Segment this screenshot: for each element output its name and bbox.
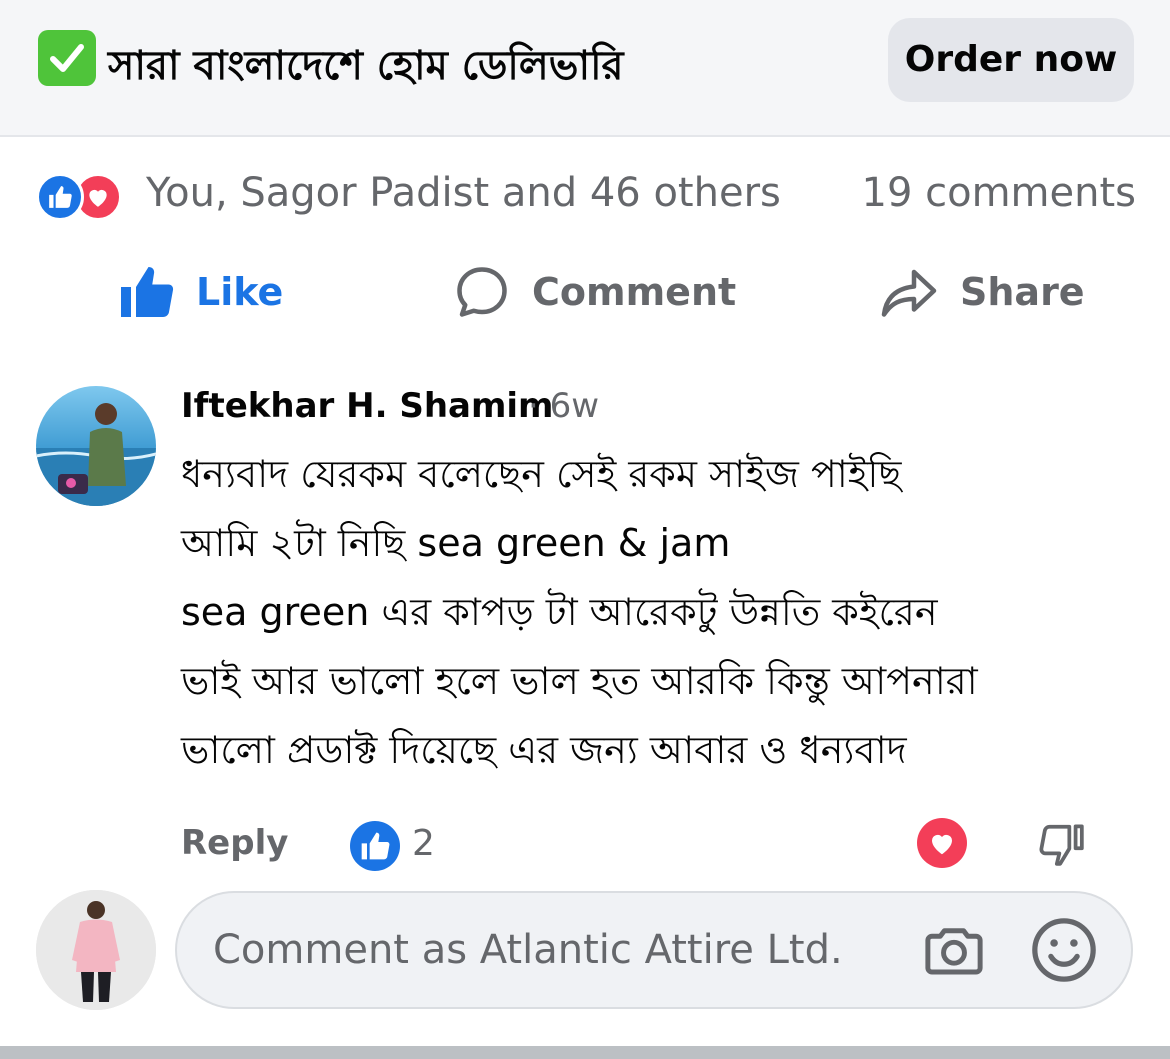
- check-mark-icon: [38, 30, 96, 86]
- comment-line: ভাই আর ভালো হলে ভাল হত আরকি কিন্তু আপনার…: [181, 659, 978, 703]
- comment-reaction-count[interactable]: 2: [412, 823, 435, 864]
- comment-timestamp: · 6w: [528, 386, 600, 426]
- reactors-text[interactable]: You, Sagor Padist and 46 others: [146, 170, 781, 216]
- share-button[interactable]: Share: [878, 252, 1085, 332]
- comment-body: ধন্যবাদ যেরকম বলেছেন সেই রকম সাইজ পাইছি …: [181, 440, 1141, 785]
- comment-line: ভালো প্রডাক্ট দিয়েছে এর জন্য আবার ও ধন্…: [181, 728, 907, 772]
- like-reaction-icon: [36, 173, 84, 221]
- order-now-button[interactable]: Order now: [888, 18, 1134, 102]
- love-react-button[interactable]: [917, 818, 967, 868]
- composer-placeholder: Comment as Atlantic Attire Ltd.: [213, 927, 843, 973]
- page-avatar[interactable]: [36, 890, 156, 1010]
- post-action-bar: Like Comment Share: [0, 252, 1170, 332]
- emoji-icon[interactable]: [1029, 915, 1099, 989]
- comment-label: Comment: [532, 270, 737, 314]
- reactions-summary[interactable]: You, Sagor Padist and 46 others 19 comme…: [36, 170, 1136, 224]
- comment-line: আমি ২টা নিছি sea green & jam: [181, 521, 731, 565]
- comments-count[interactable]: 19 comments: [862, 170, 1137, 216]
- reply-button[interactable]: Reply: [181, 823, 288, 863]
- comment-meta-row: Reply 2: [0, 815, 1170, 875]
- ad-banner: সারা বাংলাদেশে হোম ডেলিভারি Order now: [0, 0, 1170, 137]
- share-arrow-icon: [881, 269, 937, 317]
- ad-headline: সারা বাংলাদেশে হোম ডেলিভারি: [108, 43, 624, 89]
- commenter-avatar[interactable]: [36, 386, 156, 506]
- comment-composer[interactable]: Comment as Atlantic Attire Ltd.: [175, 891, 1133, 1009]
- comment-author-name[interactable]: Iftekhar H. Shamim: [181, 386, 553, 426]
- like-button[interactable]: Like: [116, 252, 283, 332]
- camera-icon[interactable]: [919, 917, 989, 987]
- comment-like-reaction-icon: [350, 821, 400, 871]
- thumbs-up-icon: [121, 267, 174, 317]
- like-label: Like: [196, 270, 284, 314]
- comment-line: ধন্যবাদ যেরকম বলেছেন সেই রকম সাইজ পাইছি: [181, 452, 902, 496]
- share-label: Share: [960, 270, 1085, 314]
- comment-bubble-icon: [457, 267, 507, 317]
- dislike-button[interactable]: [1036, 815, 1086, 871]
- comment-line: sea green এর কাপড় টা আরেকটু উন্নতি কইরে…: [181, 590, 938, 634]
- bottom-divider: [0, 1046, 1170, 1059]
- thumbs-down-icon: [1039, 824, 1084, 866]
- comment-button[interactable]: Comment: [452, 252, 736, 332]
